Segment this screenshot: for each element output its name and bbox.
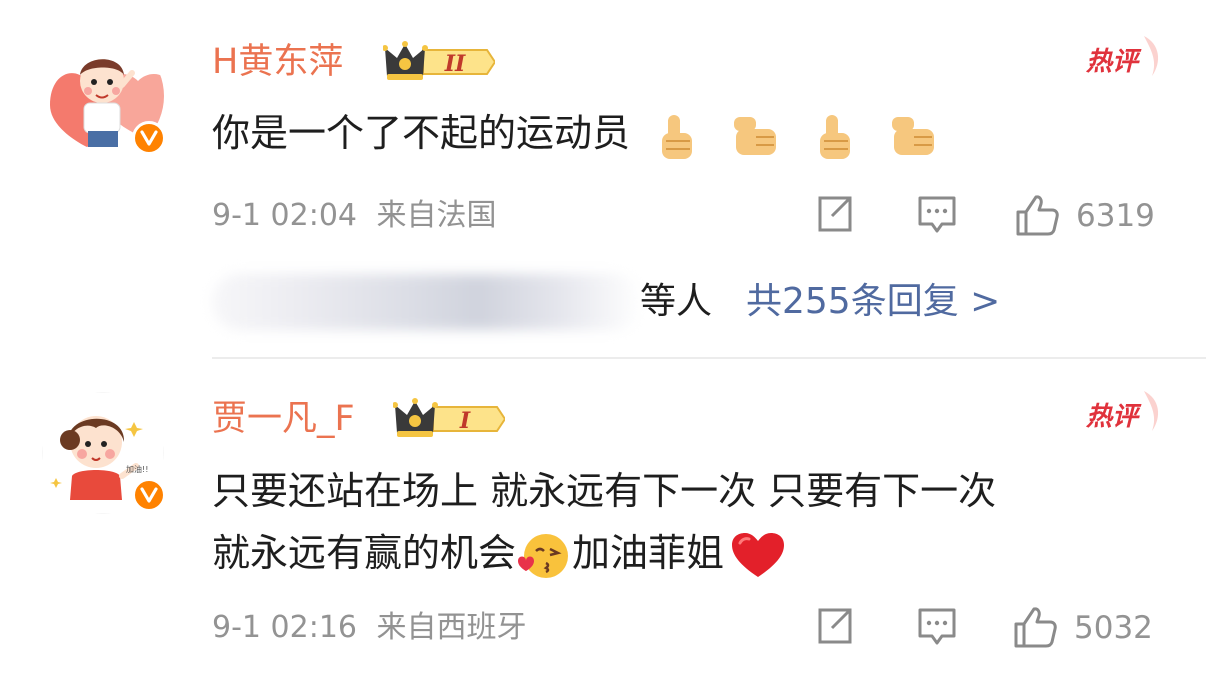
crown-level-icon[interactable]: I [393,397,505,441]
like-count: 5032 [1074,610,1153,646]
red-heart-icon [732,532,785,577]
comment-meta: 9-1 02:16 来自西班牙 [212,608,527,648]
comment-text-part: 加油菲姐 [572,531,725,575]
hot-comment-badge: 热评 [1085,391,1159,431]
avatar[interactable]: 加油!! [42,392,166,514]
comment-text-line-2: 就永远有赢的机会 加油菲姐 [212,524,786,582]
comment-text-line-1: 只要还站在场上 就永远有下一次 只要有下一次 [212,469,997,513]
hot-comment-label: 热评 [1085,401,1142,431]
svg-text:加油!!: 加油!! [126,464,148,474]
verified-icon [132,478,166,512]
comment-time: 9-1 02:16 [212,610,357,645]
level-badge: I [459,408,471,434]
comment-location: 来自西班牙 [376,610,527,645]
like-icon[interactable] [1012,606,1058,650]
comment-text-part: 就永远有赢的机会 [212,531,517,575]
username[interactable]: 贾一凡_F [212,397,355,441]
comment-item: 加油!! 贾一凡_F I 热评 只要还站在场上 就永远有下一次 只要有下一次 就… [0,0,1206,677]
comment-icon[interactable] [916,606,958,648]
kiss-face-icon [518,533,569,578]
share-icon[interactable] [814,606,856,648]
